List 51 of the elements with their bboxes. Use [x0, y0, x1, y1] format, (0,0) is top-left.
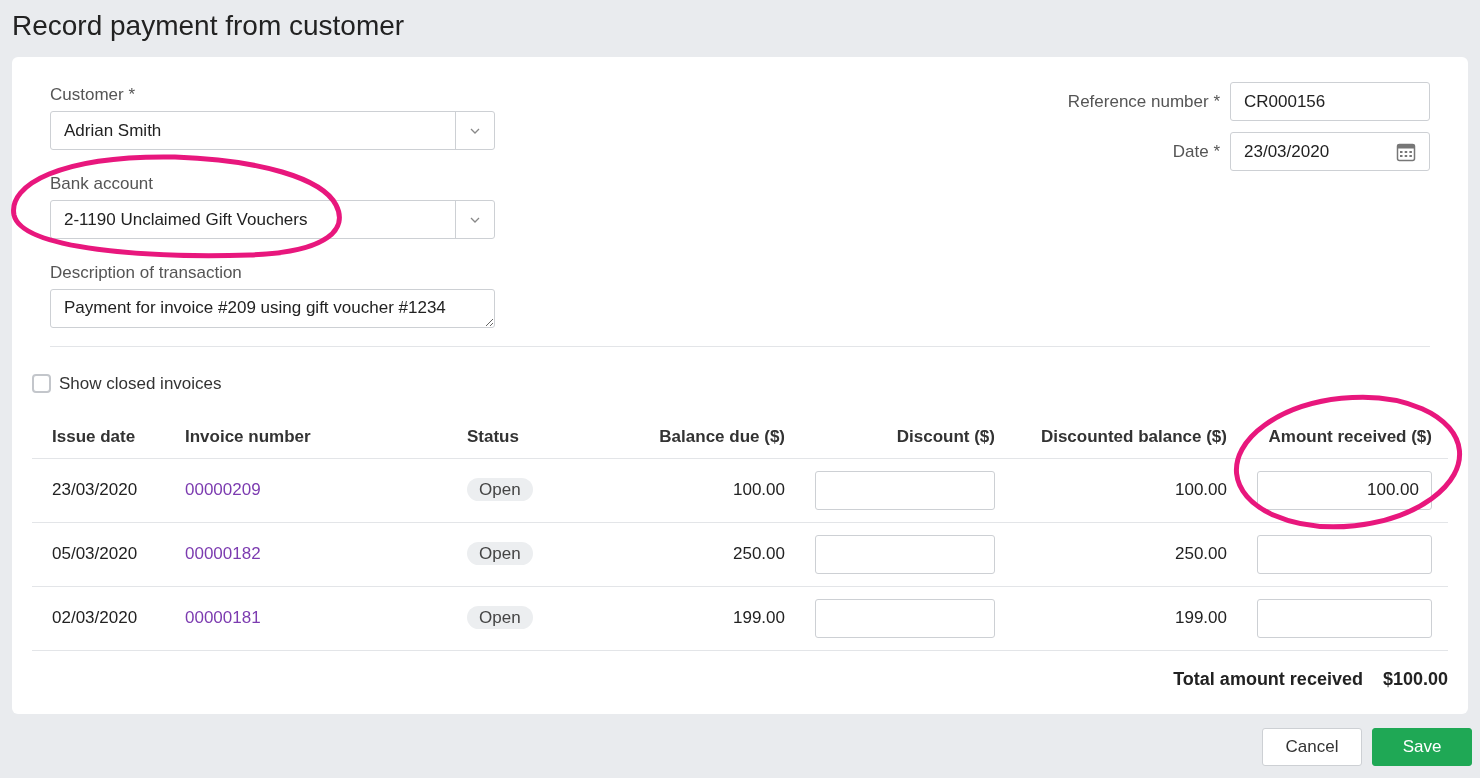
select-field[interactable]: 2-1190 Unclaimed Gift Vouchers [50, 200, 495, 239]
discount-field[interactable] [815, 534, 995, 574]
invoice-link[interactable]: 00000182 [185, 544, 261, 564]
column-header: Balance due ($) [659, 427, 785, 447]
cancel-button[interactable]: Cancel [1262, 728, 1362, 766]
field-value: 23/03/2020 [1244, 140, 1330, 163]
table-cell: 250.00 [733, 544, 785, 564]
date-field[interactable]: 23/03/2020 [1230, 132, 1430, 171]
field-value: CR000156 [1244, 90, 1326, 113]
table-cell: 100.00 [1175, 480, 1227, 500]
table-cell: 250.00 [1175, 544, 1227, 564]
field-label: Description of transaction [50, 263, 242, 283]
table-cell: 199.00 [733, 608, 785, 628]
field-label: Bank account [50, 174, 153, 194]
amount-field[interactable] [1257, 534, 1432, 574]
column-header: Discounted balance ($) [1040, 427, 1227, 447]
total-label: Total amount received [1173, 668, 1363, 691]
input-field[interactable]: CR000156 [1230, 82, 1430, 121]
select-field[interactable]: Adrian Smith [50, 111, 495, 150]
calendar-icon [1396, 141, 1416, 162]
column-header: Discount ($) [896, 427, 995, 447]
discount-field[interactable] [815, 470, 995, 510]
description-field[interactable]: Payment for invoice #209 using gift voucher #1234 [50, 289, 495, 328]
amount-field[interactable] [1257, 598, 1432, 638]
select-value: 2-1190 Unclaimed Gift Vouchers [63, 208, 309, 231]
invoice-link[interactable]: 00000181 [185, 608, 261, 628]
column-header: Status [467, 427, 519, 447]
column-header: Invoice number [185, 427, 311, 447]
column-header: Amount received ($) [1268, 427, 1432, 447]
invoice-link[interactable]: 00000209 [185, 480, 261, 500]
column-header: Issue date [52, 427, 136, 447]
status-badge: Open [467, 478, 533, 502]
total-value: $100.00 [1382, 668, 1448, 691]
checkbox[interactable] [32, 374, 51, 394]
select-value: Adrian Smith [63, 119, 163, 142]
table-cell: 05/03/2020 [52, 544, 138, 564]
amount-field[interactable]: 100.00 [1257, 470, 1432, 510]
table-cell: 199.00 [1175, 608, 1227, 628]
discount-field[interactable] [815, 598, 995, 638]
table-cell: 100.00 [733, 480, 785, 500]
field-label: Date * [1172, 140, 1220, 163]
table-cell: 02/03/2020 [52, 608, 138, 628]
page-title: Record payment from customer [12, 9, 405, 43]
checkbox-label: Show closed invoices [59, 373, 222, 395]
status-badge: Open [467, 542, 533, 566]
caret-icon [470, 216, 480, 223]
status-badge: Open [467, 606, 533, 630]
field-label: Customer * [50, 85, 136, 105]
caret-icon [470, 127, 480, 134]
field-label: Reference number * [1067, 90, 1220, 113]
table-cell: 23/03/2020 [52, 480, 138, 500]
